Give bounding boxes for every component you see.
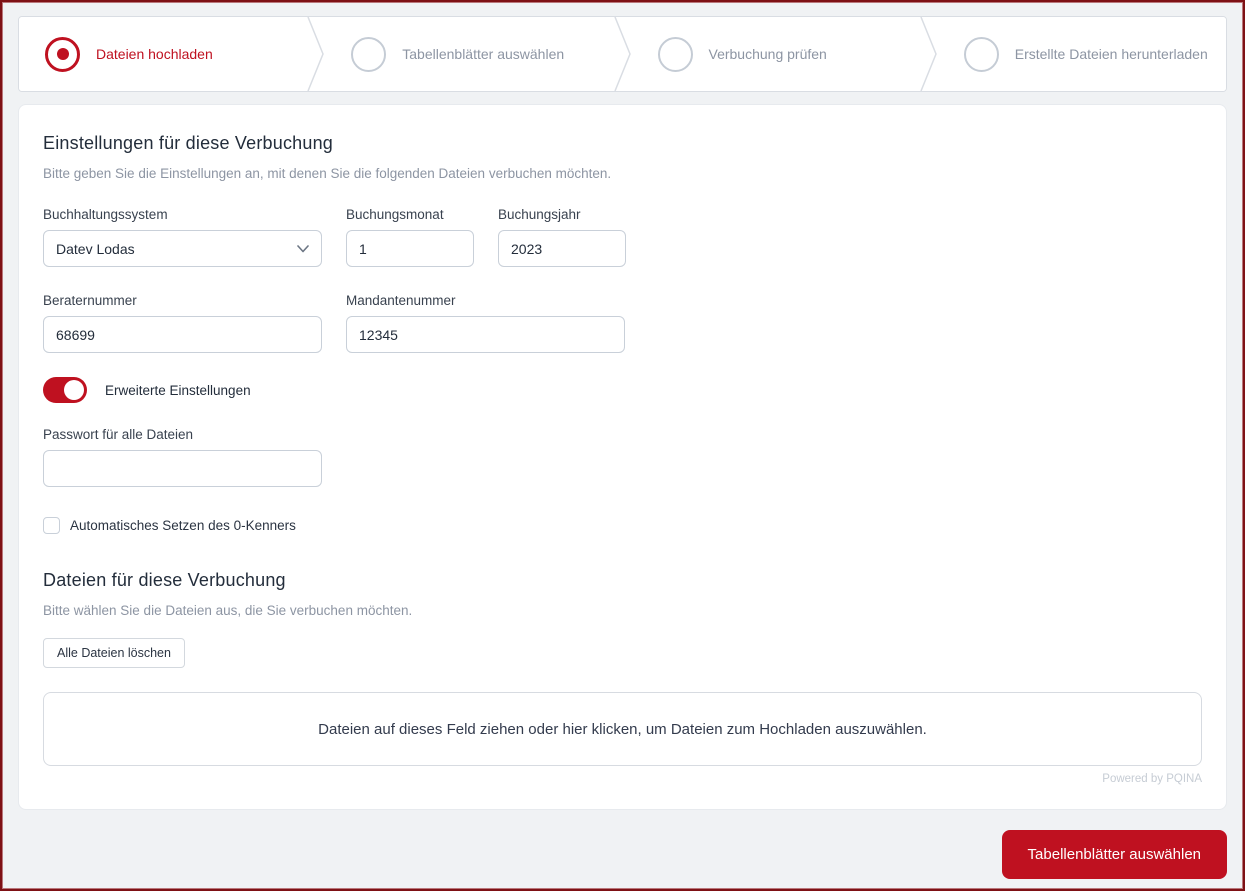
main-panel: Einstellungen für diese Verbuchung Bitte… bbox=[18, 104, 1227, 810]
password-field: Passwort für alle Dateien bbox=[43, 427, 1202, 487]
files-section-title: Dateien für diese Verbuchung bbox=[43, 570, 286, 590]
settings-section-title: Einstellungen für diese Verbuchung bbox=[43, 133, 334, 153]
footer-bar: Tabellenblätter auswählen bbox=[18, 830, 1227, 879]
booking-year-field: Buchungsjahr bbox=[498, 207, 626, 267]
consultant-number-label: Beraternummer bbox=[43, 293, 137, 308]
client-number-field: Mandantenummer bbox=[346, 293, 625, 353]
booking-year-input[interactable] bbox=[498, 230, 626, 267]
accounting-system-select[interactable]: Datev Lodas bbox=[43, 230, 322, 267]
booking-month-input[interactable] bbox=[346, 230, 474, 267]
advanced-settings-toggle-label: Erweiterte Einstellungen bbox=[105, 382, 251, 398]
file-dropzone-text: Dateien auf dieses Feld ziehen oder hier… bbox=[318, 720, 927, 738]
booking-year-label: Buchungsjahr bbox=[498, 207, 581, 222]
consultant-number-input[interactable] bbox=[43, 316, 322, 353]
step-label: Tabellenblätter auswählen bbox=[402, 46, 565, 62]
circle-icon bbox=[657, 36, 693, 72]
step-upload-files[interactable]: Dateien hochladen bbox=[19, 17, 308, 91]
consultant-number-field: Beraternummer bbox=[43, 293, 322, 353]
zero-flag-checkbox-label: Automatisches Setzen des 0-Kenners bbox=[70, 518, 296, 533]
step-separator bbox=[613, 17, 631, 91]
password-input[interactable] bbox=[43, 450, 322, 487]
accounting-system-value: Datev Lodas bbox=[56, 240, 135, 257]
password-label: Passwort für alle Dateien bbox=[43, 427, 194, 442]
step-label: Dateien hochladen bbox=[96, 46, 213, 62]
radio-dot-icon bbox=[45, 36, 80, 72]
files-section-subtitle: Bitte wählen Sie die Dateien aus, die Si… bbox=[43, 603, 413, 618]
step-select-sheets[interactable]: Tabellenblätter auswählen bbox=[325, 17, 614, 91]
step-download-files[interactable]: Erstellte Dateien herunterladen bbox=[937, 17, 1226, 91]
chevron-down-icon bbox=[297, 244, 309, 253]
zero-flag-checkbox[interactable] bbox=[43, 517, 60, 534]
accounting-system-label: Buchhaltungssystem bbox=[43, 207, 168, 222]
step-check-booking[interactable]: Verbuchung prüfen bbox=[631, 17, 920, 91]
step-label: Verbuchung prüfen bbox=[708, 46, 827, 62]
powered-by-credit: Powered by PQINA bbox=[1102, 773, 1202, 785]
advanced-settings-toggle[interactable] bbox=[43, 377, 87, 403]
settings-section-subtitle: Bitte geben Sie die Einstellungen an, mi… bbox=[43, 166, 612, 181]
app-window: Dateien hochladen Tabellenblätter auswäh… bbox=[0, 0, 1245, 891]
client-number-label: Mandantenummer bbox=[346, 293, 456, 308]
client-number-input[interactable] bbox=[346, 316, 625, 353]
circle-icon bbox=[351, 36, 387, 72]
step-separator bbox=[307, 17, 325, 91]
next-step-button[interactable]: Tabellenblätter auswählen bbox=[1001, 830, 1227, 879]
step-separator bbox=[920, 17, 937, 91]
file-dropzone[interactable]: Dateien auf dieses Feld ziehen oder hier… bbox=[43, 692, 1202, 766]
wizard-stepper: Dateien hochladen Tabellenblätter auswäh… bbox=[18, 16, 1227, 92]
toggle-knob bbox=[64, 380, 84, 400]
step-label: Erstellte Dateien herunterladen bbox=[1014, 46, 1208, 62]
circle-icon bbox=[963, 36, 999, 72]
accounting-system-field: Buchhaltungssystem Datev Lodas bbox=[43, 207, 322, 267]
delete-all-files-button[interactable]: Alle Dateien löschen bbox=[43, 638, 185, 668]
booking-month-field: Buchungsmonat bbox=[346, 207, 474, 267]
booking-month-label: Buchungsmonat bbox=[346, 207, 444, 222]
